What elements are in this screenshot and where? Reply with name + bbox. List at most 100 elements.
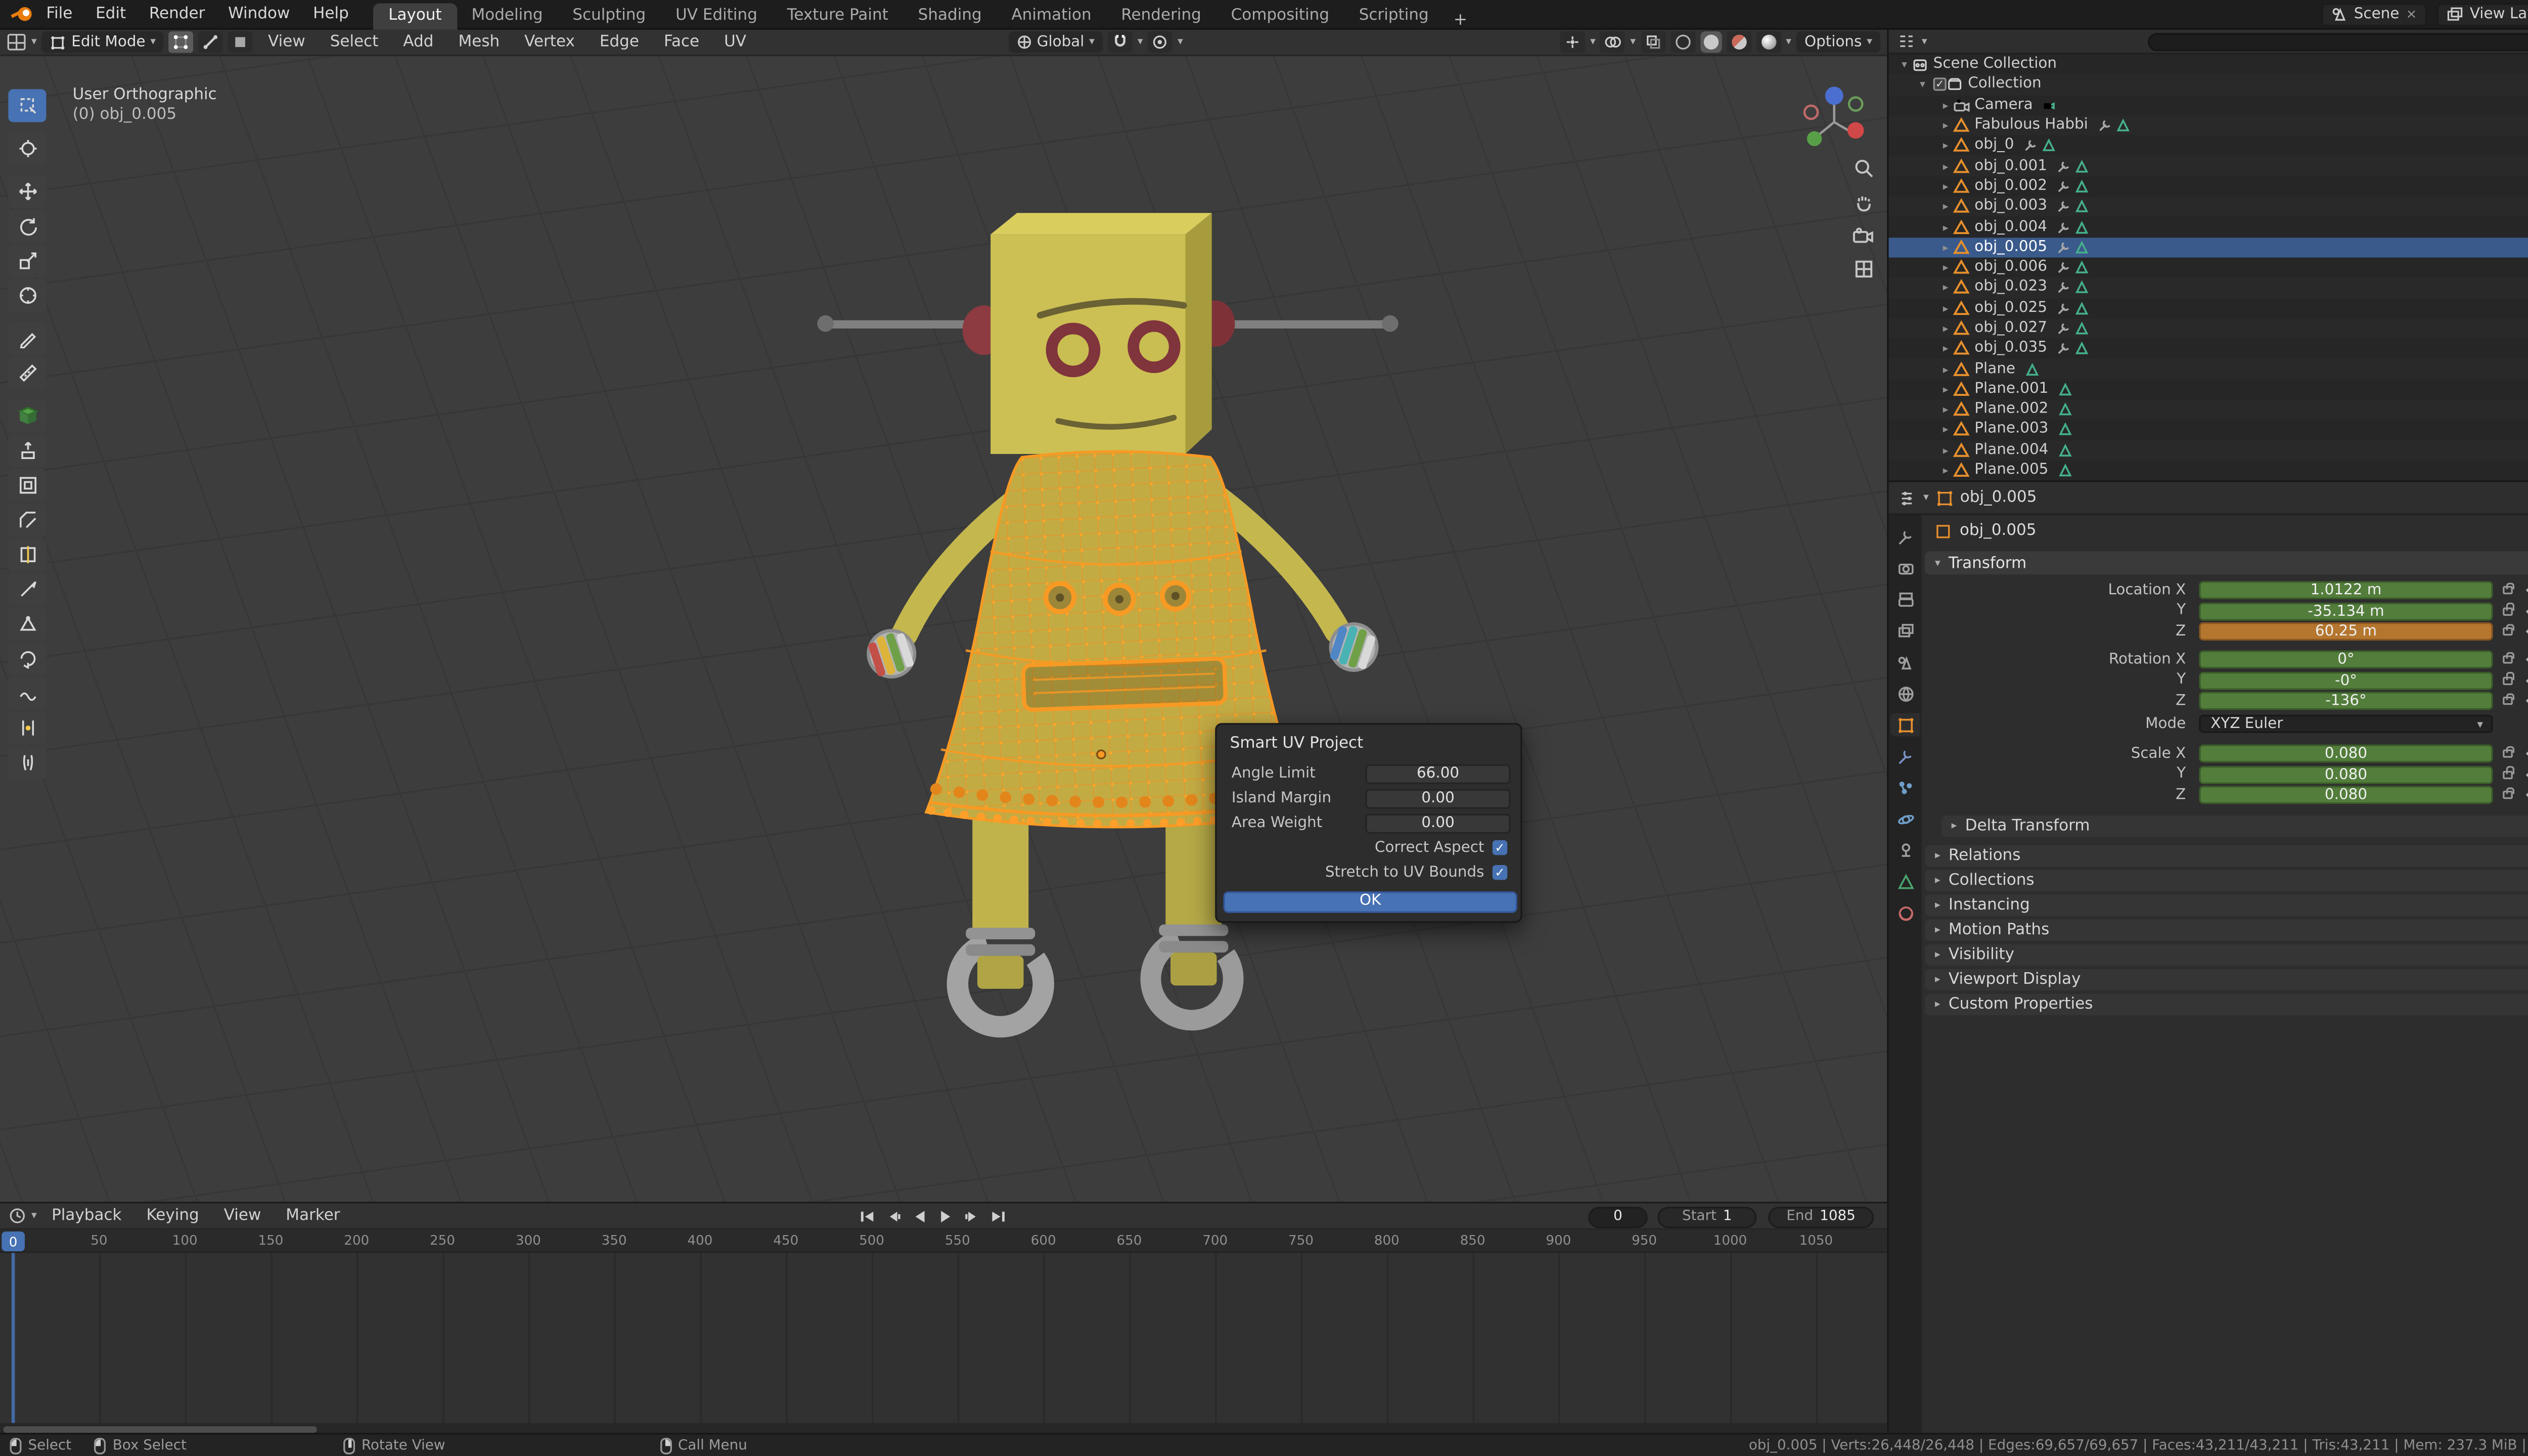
outliner-item-obj-0-004[interactable]: ▸obj_0.004 bbox=[1889, 217, 2528, 237]
proportional-editing-button[interactable] bbox=[1148, 31, 1172, 53]
menu-edit[interactable]: Edit bbox=[84, 0, 138, 29]
object-name[interactable]: obj_0.005 bbox=[1960, 522, 2037, 540]
gizmo-dropdown-icon[interactable]: ▾ bbox=[1590, 37, 1596, 48]
tab-modeling[interactable]: Modeling bbox=[457, 3, 558, 29]
disclosure-icon[interactable]: ▸ bbox=[1938, 160, 1953, 173]
scrollbar-handle[interactable] bbox=[4, 1426, 317, 1432]
show-gizmo-button[interactable] bbox=[1560, 31, 1585, 53]
tab-output[interactable] bbox=[1890, 587, 1920, 611]
editor-type-dropdown-icon[interactable]: ▾ bbox=[1923, 492, 1929, 503]
scale-y-field[interactable]: 0.080 bbox=[2199, 765, 2493, 784]
face-select-mode-button[interactable] bbox=[229, 31, 253, 53]
end-frame-field[interactable]: End1085 bbox=[1768, 1206, 1874, 1227]
playhead[interactable]: 0 bbox=[2, 1232, 25, 1251]
select-box-tool[interactable] bbox=[8, 89, 46, 122]
spin-tool[interactable] bbox=[8, 642, 46, 675]
outliner-item-plane[interactable]: ▸Plane bbox=[1889, 359, 2528, 379]
mode-selector[interactable]: Edit Mode ▾ bbox=[42, 31, 164, 53]
outliner-item-obj-0-003[interactable]: ▸obj_0.003 bbox=[1889, 197, 2528, 217]
measure-tool[interactable] bbox=[8, 356, 46, 389]
menu-window[interactable]: Window bbox=[216, 0, 301, 29]
scale-tool[interactable] bbox=[8, 244, 46, 277]
shading-solid-button[interactable] bbox=[1700, 31, 1721, 53]
bevel-tool[interactable] bbox=[8, 504, 46, 536]
disclosure-icon[interactable]: ▸ bbox=[1938, 464, 1953, 477]
tab-layout[interactable]: Layout bbox=[374, 3, 457, 29]
panel-relations[interactable]: ▸Relations bbox=[1925, 845, 2528, 867]
panel-viewport-display[interactable]: ▸Viewport Display bbox=[1925, 969, 2528, 990]
rotate-tool[interactable] bbox=[8, 210, 46, 243]
outliner-item-obj-0-006[interactable]: ▸obj_0.006 bbox=[1889, 257, 2528, 278]
move-tool[interactable] bbox=[8, 175, 46, 208]
menu-face[interactable]: Face bbox=[654, 33, 709, 51]
disclosure-icon[interactable]: ▸ bbox=[1938, 241, 1953, 254]
lock-icon[interactable] bbox=[2503, 607, 2513, 615]
island-margin-field[interactable]: 0.00 bbox=[1365, 788, 1510, 808]
outliner-item-scene-collection[interactable]: ▾ Scene Collection bbox=[1889, 55, 2528, 75]
keyframe-diamond-icon[interactable] bbox=[2526, 626, 2528, 638]
tab-material[interactable] bbox=[1890, 901, 1920, 925]
outliner-item-plane-001[interactable]: ▸Plane.001 bbox=[1889, 379, 2528, 399]
add-workspace-button[interactable]: + bbox=[1443, 11, 1477, 29]
lock-icon[interactable] bbox=[2503, 656, 2513, 664]
lock-icon[interactable] bbox=[2503, 586, 2513, 595]
breadcrumb-object[interactable]: obj_0.005 bbox=[1960, 489, 2037, 507]
lock-icon[interactable] bbox=[2503, 770, 2513, 779]
tab-compositing[interactable]: Compositing bbox=[1216, 3, 1344, 29]
panel-custom-properties[interactable]: ▸Custom Properties bbox=[1925, 994, 2528, 1015]
menu-render[interactable]: Render bbox=[138, 0, 216, 29]
location-x-field[interactable]: 1.0122 m bbox=[2199, 581, 2493, 600]
transform-tool[interactable] bbox=[8, 279, 46, 312]
outliner-item-obj-0-001[interactable]: ▸obj_0.001 bbox=[1889, 156, 2528, 176]
disclosure-icon[interactable]: ▸ bbox=[1938, 180, 1953, 193]
outliner-editor-icon[interactable] bbox=[1897, 33, 1915, 50]
cursor-tool[interactable] bbox=[8, 132, 46, 165]
perspective-icon[interactable] bbox=[1853, 259, 1873, 279]
snap-dropdown-icon[interactable]: ▾ bbox=[1138, 37, 1143, 48]
disclosure-icon[interactable]: ▸ bbox=[1938, 362, 1953, 376]
play-reverse-button[interactable] bbox=[908, 1205, 931, 1226]
vertex-select-mode-button[interactable] bbox=[169, 31, 194, 53]
snap-toggle-button[interactable] bbox=[1108, 31, 1133, 53]
tab-world[interactable] bbox=[1890, 682, 1920, 705]
keyframe-diamond-icon[interactable] bbox=[2526, 585, 2528, 597]
rotation-y-field[interactable]: -0° bbox=[2199, 671, 2493, 690]
jump-to-end-button[interactable] bbox=[987, 1205, 1011, 1226]
keyframe-diamond-icon[interactable] bbox=[2526, 605, 2528, 617]
outliner-item-camera[interactable]: ▸ Camera bbox=[1889, 95, 2528, 115]
lock-icon[interactable] bbox=[2503, 697, 2513, 705]
outliner-item-obj-0-002[interactable]: ▸obj_0.002 bbox=[1889, 176, 2528, 197]
disclosure-icon[interactable]: ▸ bbox=[1938, 220, 1953, 234]
outliner-item-obj-0-025[interactable]: ▸obj_0.025 bbox=[1889, 298, 2528, 318]
play-button[interactable] bbox=[934, 1205, 958, 1226]
menu-mesh[interactable]: Mesh bbox=[448, 33, 510, 51]
tab-sculpting[interactable]: Sculpting bbox=[558, 3, 661, 29]
menu-playback[interactable]: Playback bbox=[42, 1207, 132, 1225]
proportional-dropdown-icon[interactable]: ▾ bbox=[1178, 37, 1183, 48]
menu-view[interactable]: View bbox=[214, 1207, 271, 1225]
current-frame-field[interactable]: 0 bbox=[1588, 1206, 1648, 1227]
camera-view-icon[interactable] bbox=[1853, 228, 1874, 245]
location-y-field[interactable]: -35.134 m bbox=[2199, 602, 2493, 620]
edge-select-mode-button[interactable] bbox=[199, 31, 223, 53]
jump-to-start-button[interactable] bbox=[855, 1205, 878, 1226]
disclosure-icon[interactable]: ▾ bbox=[1915, 78, 1930, 92]
ok-button[interactable]: OK bbox=[1224, 891, 1517, 913]
start-frame-field[interactable]: Start1 bbox=[1657, 1206, 1756, 1227]
edge-slide-tool[interactable] bbox=[8, 711, 46, 744]
outliner-item-fabulous-habbi[interactable]: ▸ Fabulous Habbi bbox=[1889, 115, 2528, 135]
disclosure-icon[interactable]: ▸ bbox=[1938, 444, 1953, 457]
rotation-z-field[interactable]: -136° bbox=[2199, 692, 2493, 710]
menu-file[interactable]: File bbox=[35, 0, 84, 29]
panel-collections[interactable]: ▸Collections bbox=[1925, 870, 2528, 891]
tab-object[interactable] bbox=[1890, 713, 1920, 737]
annotate-tool[interactable] bbox=[8, 322, 46, 355]
clock-icon[interactable] bbox=[8, 1207, 26, 1225]
xray-toggle-button[interactable] bbox=[1641, 31, 1665, 53]
disclosure-icon[interactable]: ▸ bbox=[1938, 342, 1953, 355]
outliner-item-plane-002[interactable]: ▸Plane.002 bbox=[1889, 399, 2528, 420]
outliner-item-plane-005[interactable]: ▸Plane.005 bbox=[1889, 461, 2528, 481]
panel-motion-paths[interactable]: ▸Motion Paths bbox=[1925, 920, 2528, 941]
tab-scripting[interactable]: Scripting bbox=[1344, 3, 1443, 29]
menu-edge[interactable]: Edge bbox=[590, 33, 649, 51]
